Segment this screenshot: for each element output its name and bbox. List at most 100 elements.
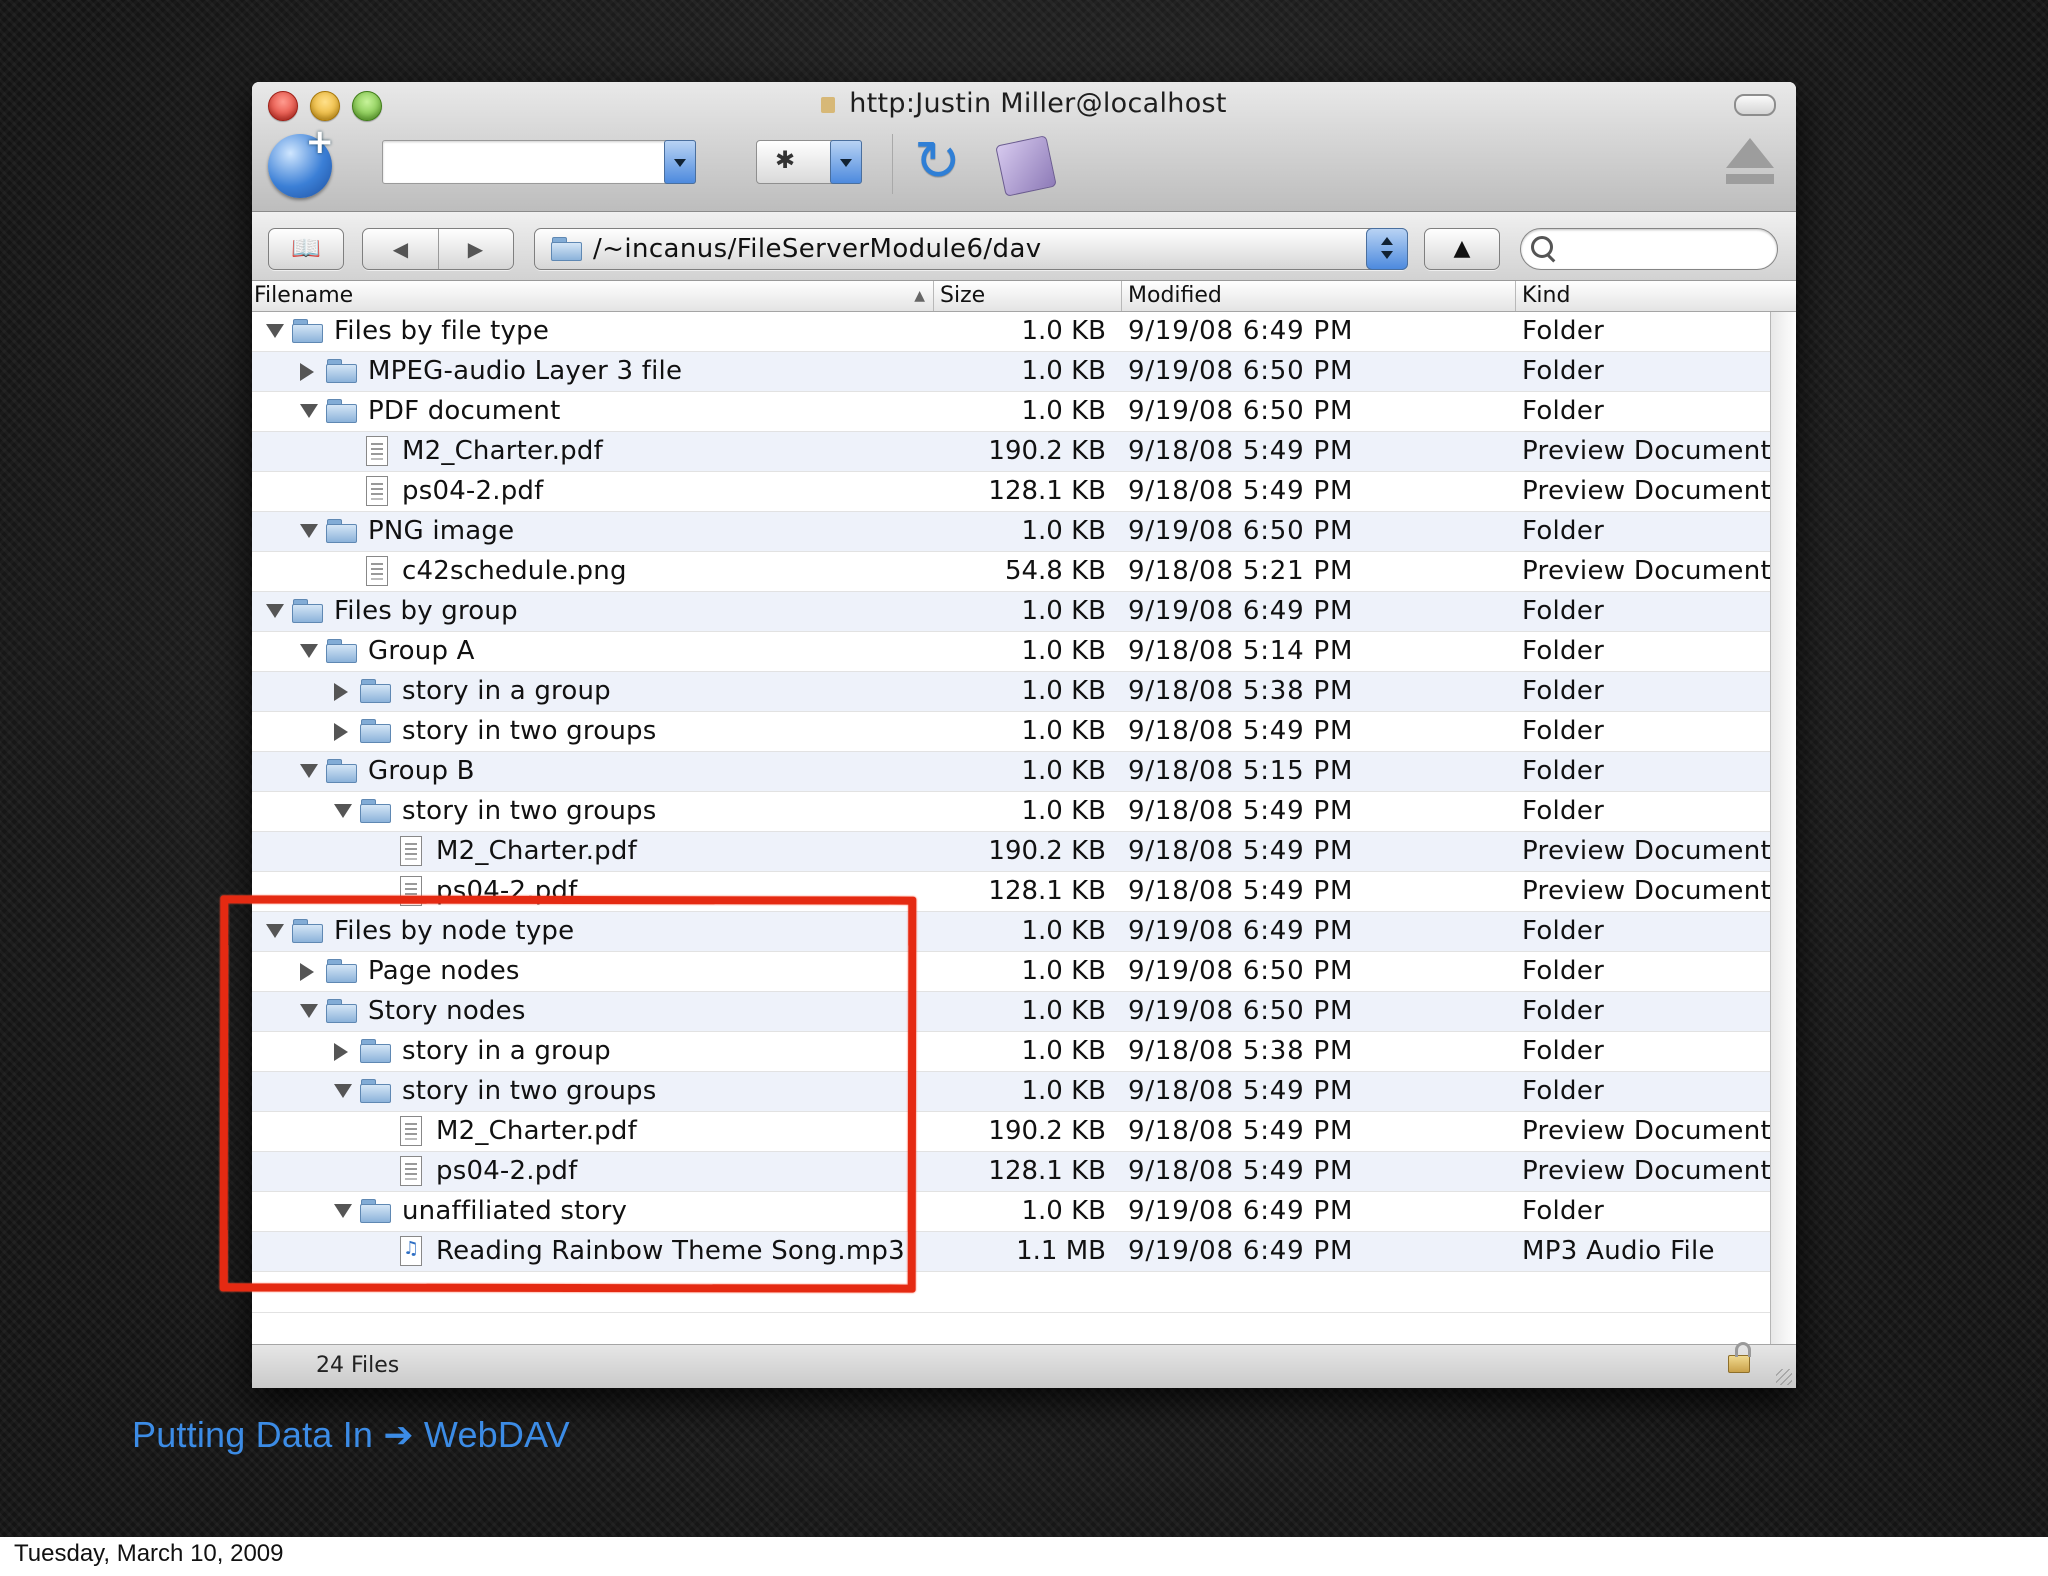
parent-folder-button[interactable]: ▲	[1424, 228, 1500, 270]
forward-button[interactable]: ▶	[438, 229, 513, 269]
file-row[interactable]: Group B 1.0 KB 9/18/08 5:15 PM Folder	[252, 752, 1770, 792]
file-size: 190.2 KB	[988, 1116, 1106, 1146]
file-modified: 9/19/08 6:50 PM	[1128, 356, 1354, 386]
vertical-scrollbar[interactable]	[1770, 312, 1796, 1388]
file-size: 190.2 KB	[988, 836, 1106, 866]
file-modified: 9/18/08 5:49 PM	[1128, 876, 1354, 906]
toolbar-toggle-button[interactable]	[1734, 94, 1776, 116]
file-name: Files by file type	[334, 316, 550, 346]
folder-icon	[292, 599, 324, 624]
file-size: 1.0 KB	[1021, 396, 1107, 426]
file-name: story in two groups	[402, 796, 657, 826]
file-kind: Folder	[1522, 1076, 1605, 1106]
file-modified: 9/18/08 5:49 PM	[1128, 1116, 1354, 1146]
disclosure-open-icon[interactable]	[266, 604, 284, 618]
file-size: 1.0 KB	[1021, 756, 1107, 786]
folder-icon	[326, 519, 358, 544]
file-modified: 9/18/08 5:49 PM	[1128, 436, 1354, 466]
disclosure-open-icon[interactable]	[300, 764, 318, 778]
back-button[interactable]: ◀	[363, 229, 439, 269]
file-row[interactable]: story in two groups 1.0 KB 9/18/08 5:49 PM…	[252, 712, 1770, 752]
file-row[interactable]: c42schedule.png 54.8 KB 9/18/08 5:21 PM Pre…	[252, 552, 1770, 592]
column-header-size[interactable]: Size	[934, 281, 1122, 311]
file-modified: 9/19/08 6:49 PM	[1128, 916, 1354, 946]
file-modified: 9/19/08 6:50 PM	[1128, 516, 1354, 546]
eject-icon[interactable]	[1726, 138, 1774, 188]
file-name: M2_Charter.pdf	[436, 836, 637, 866]
file-kind: Folder	[1522, 316, 1605, 346]
column-header-modified[interactable]: Modified	[1122, 281, 1516, 311]
file-row[interactable]: M2_Charter.pdf 190.2 KB 9/18/08 5:49 PM Pre…	[252, 432, 1770, 472]
file-name: Files by group	[334, 596, 518, 626]
disclosure-open-icon[interactable]	[334, 804, 352, 818]
file-kind: MP3 Audio File	[1522, 1236, 1715, 1266]
slide-date-footer: Tuesday, March 10, 2009	[14, 1540, 284, 1567]
file-name: Group A	[368, 636, 475, 666]
disclosure-open-icon[interactable]	[300, 644, 318, 658]
file-modified: 9/18/08 5:14 PM	[1128, 636, 1354, 666]
column-label-kind: Kind	[1522, 283, 1571, 308]
file-row[interactable]: Group A 1.0 KB 9/18/08 5:14 PM Folder	[252, 632, 1770, 672]
file-modified: 9/18/08 5:38 PM	[1128, 676, 1354, 706]
search-input[interactable]	[1520, 228, 1778, 270]
gear-icon: ✱	[775, 146, 796, 174]
editor-icon[interactable]	[995, 135, 1057, 197]
file-size: 1.0 KB	[1021, 356, 1107, 386]
column-header-kind[interactable]: Kind	[1516, 281, 1796, 311]
bookmarks-button[interactable]: 📖	[268, 228, 344, 270]
window-title-text: http:Justin Miller@localhost	[849, 88, 1227, 119]
refresh-icon[interactable]: ↻	[914, 132, 961, 192]
unlocked-icon[interactable]	[1728, 1342, 1751, 1373]
file-size: 1.0 KB	[1021, 316, 1107, 346]
column-label-size: Size	[940, 283, 986, 308]
folder-icon	[360, 799, 392, 824]
file-kind: Folder	[1522, 996, 1605, 1026]
file-row[interactable]: M2_Charter.pdf 190.2 KB 9/18/08 5:49 PM Pre…	[252, 832, 1770, 872]
file-size: 1.0 KB	[1021, 1196, 1107, 1226]
resize-grip[interactable]	[1776, 1369, 1792, 1385]
file-kind: Folder	[1522, 396, 1605, 426]
window-title: http:Justin Miller@localhost	[252, 88, 1796, 119]
path-stepper-arrows[interactable]	[1366, 228, 1408, 270]
path-bar: 📖 ◀ ▶ /~incanus/FileServerModule6/dav ▲	[252, 212, 1796, 281]
folder-icon	[326, 759, 358, 784]
address-dropdown-arrow[interactable]	[664, 140, 696, 184]
file-name: story in two groups	[402, 716, 657, 746]
file-row[interactable]: PDF document 1.0 KB 9/19/08 6:50 PM Folder	[252, 392, 1770, 432]
file-modified: 9/18/08 5:15 PM	[1128, 756, 1354, 786]
file-size: 54.8 KB	[1004, 556, 1106, 586]
folder-icon	[551, 237, 583, 262]
file-name: Group B	[368, 756, 475, 786]
path-popup[interactable]: /~incanus/FileServerModule6/dav	[534, 228, 1408, 270]
column-header: Filename ▲ Size Modified Kind	[252, 281, 1796, 312]
file-row[interactable]: PNG image 1.0 KB 9/19/08 6:50 PM Folder	[252, 512, 1770, 552]
file-modified: 9/18/08 5:49 PM	[1128, 796, 1354, 826]
disclosure-closed-icon[interactable]	[334, 683, 348, 701]
address-combobox[interactable]	[382, 140, 696, 184]
file-kind: Folder	[1522, 1196, 1605, 1226]
action-dropdown-arrow[interactable]	[830, 140, 862, 184]
file-kind: Folder	[1522, 636, 1605, 666]
folder-icon	[360, 679, 392, 704]
file-name: story in a group	[402, 676, 611, 706]
column-header-filename[interactable]: Filename ▲	[252, 281, 934, 311]
disclosure-open-icon[interactable]	[300, 524, 318, 538]
disclosure-closed-icon[interactable]	[334, 723, 348, 741]
file-row[interactable]: story in a group 1.0 KB 9/18/08 5:38 PM Fol…	[252, 672, 1770, 712]
folder-icon	[326, 639, 358, 664]
disclosure-open-icon[interactable]	[300, 404, 318, 418]
sort-ascending-icon: ▲	[914, 288, 925, 304]
file-row[interactable]: ps04-2.pdf 128.1 KB 9/18/08 5:49 PM Preview…	[252, 472, 1770, 512]
file-row[interactable]: MPEG-audio Layer 3 file 1.0 KB 9/19/08 6:5…	[252, 352, 1770, 392]
globe-plus-icon[interactable]	[268, 122, 334, 198]
disclosure-closed-icon[interactable]	[300, 363, 314, 381]
file-kind: Folder	[1522, 596, 1605, 626]
file-size: 1.0 KB	[1021, 716, 1107, 746]
file-row[interactable]: Files by group 1.0 KB 9/19/08 6:49 PM Folde…	[252, 592, 1770, 632]
file-row[interactable]: Files by file type 1.0 KB 9/19/08 6:49 PM F…	[252, 312, 1770, 352]
file-row[interactable]: story in two groups 1.0 KB 9/18/08 5:49 PM…	[252, 792, 1770, 832]
disclosure-open-icon[interactable]	[266, 324, 284, 338]
highlight-annotation	[219, 895, 917, 1293]
folder-icon	[326, 399, 358, 424]
action-menu-button[interactable]: ✱	[756, 140, 862, 184]
